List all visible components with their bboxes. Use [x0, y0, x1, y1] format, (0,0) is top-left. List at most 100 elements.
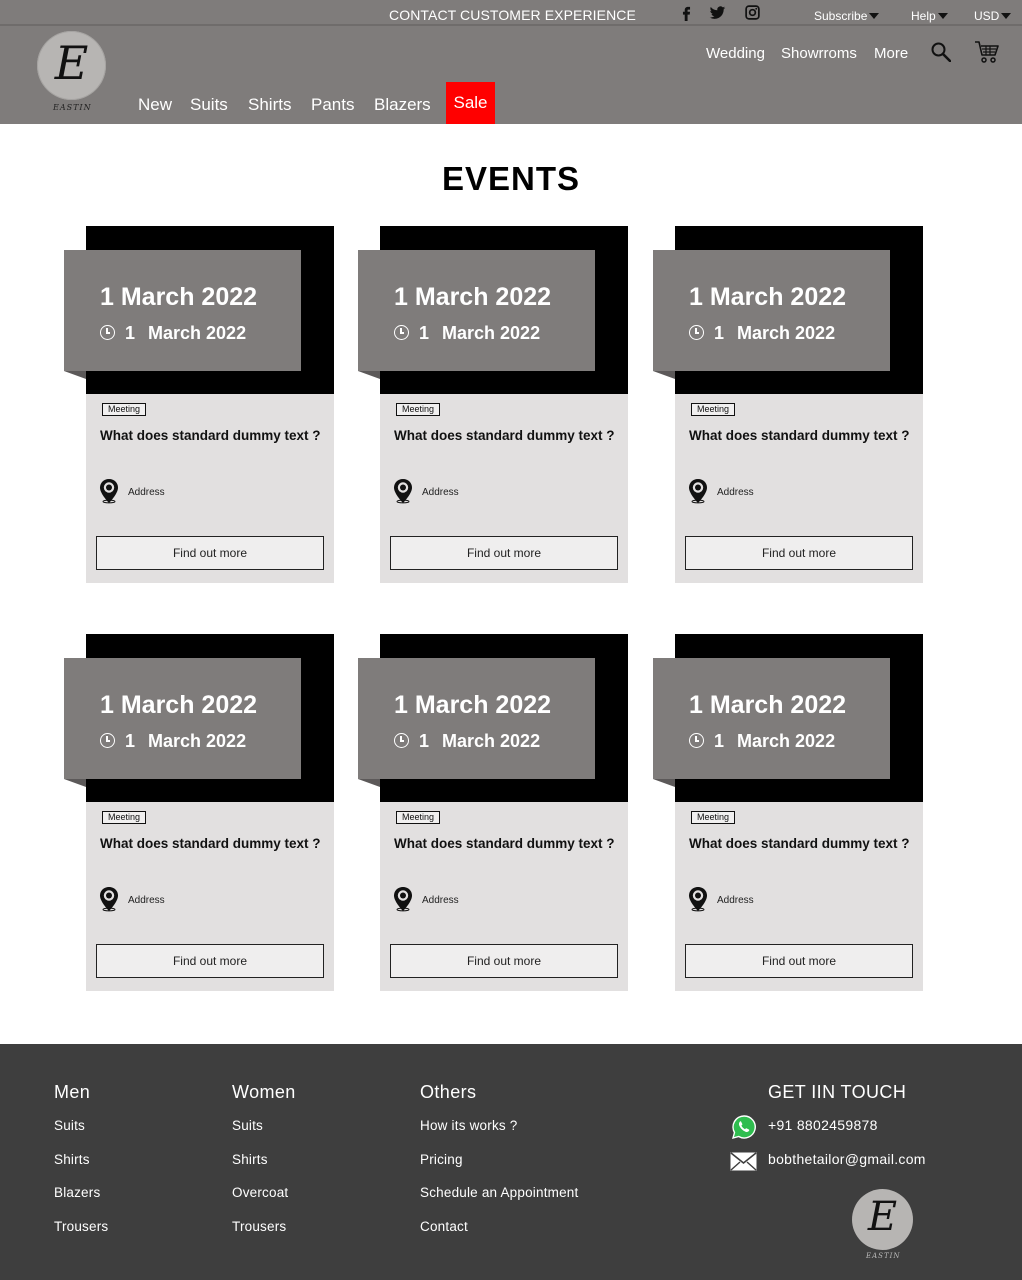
date-box: 1 March 2022 1 March 2022 [64, 658, 301, 779]
currency-dropdown[interactable]: USD [974, 9, 1012, 23]
nav-showrooms[interactable]: Showrroms [781, 45, 857, 62]
footer-heading-women: Women [232, 1082, 296, 1102]
date-box: 1 March 2022 1 March 2022 [358, 658, 595, 779]
date-box-fold [653, 371, 675, 379]
date-box: 1 March 2022 1 March 2022 [653, 250, 890, 371]
date-box-fold [358, 371, 380, 379]
clock-icon [394, 325, 409, 340]
event-card-6: 1 March 2022 1 March 2022 Meeting What do… [653, 634, 923, 991]
nav-blazers[interactable]: Blazers [374, 95, 431, 115]
find-out-more-button[interactable]: Find out more [390, 536, 618, 570]
footer-men-suits[interactable]: Suits [54, 1118, 85, 1133]
footer-phone[interactable]: +91 8802459878 [768, 1117, 878, 1133]
date-box-fold [358, 779, 380, 787]
twitter-icon[interactable] [709, 4, 727, 22]
help-label: Help [911, 9, 936, 23]
caret-down-icon [1001, 13, 1012, 19]
nav-new[interactable]: New [138, 95, 172, 115]
event-type-badge: Meeting [102, 403, 147, 416]
event-month-year: March 2022 [442, 731, 541, 751]
event-type-badge: Meeting [396, 811, 441, 824]
nav-more[interactable]: More [874, 45, 908, 62]
whatsapp-icon[interactable] [731, 1114, 757, 1140]
main-navbar: E EASTIN New Suits Shirts Pants Blazers … [0, 26, 1022, 124]
footer-men-trousers[interactable]: Trousers [54, 1219, 108, 1234]
clock-icon [689, 733, 704, 748]
footer-women-suits[interactable]: Suits [232, 1118, 263, 1133]
event-address: Address [717, 895, 754, 906]
nav-wedding[interactable]: Wedding [706, 45, 765, 62]
footer-men-shirts[interactable]: Shirts [54, 1152, 90, 1167]
footer-contact[interactable]: Contact [420, 1219, 468, 1234]
search-icon[interactable] [931, 42, 952, 63]
logo-wordmark: EASTIN [53, 103, 92, 112]
footer-heading-men: Men [54, 1082, 91, 1102]
event-time: 1 March 2022 [394, 323, 540, 344]
find-out-more-button[interactable]: Find out more [96, 536, 324, 570]
cart-icon[interactable] [974, 40, 999, 64]
find-out-more-button[interactable]: Find out more [390, 944, 618, 978]
event-date: 1 March 2022 [689, 283, 847, 311]
event-date: 1 March 2022 [689, 691, 847, 719]
location-pin-icon [392, 886, 414, 912]
site-footer: Men Suits Shirts Blazers Trousers Women … [0, 1044, 1022, 1280]
nav-sale[interactable]: Sale [446, 82, 495, 124]
caret-down-icon [869, 13, 880, 19]
event-time: 1 March 2022 [100, 323, 246, 344]
event-address: Address [128, 487, 165, 498]
find-out-more-button[interactable]: Find out more [96, 944, 324, 978]
footer-women-overcoat[interactable]: Overcoat [232, 1185, 288, 1200]
footer-logo[interactable]: E [852, 1189, 913, 1250]
subscribe-dropdown[interactable]: Subscribe [814, 9, 880, 23]
footer-men-blazers[interactable]: Blazers [54, 1185, 100, 1200]
instagram-icon[interactable] [744, 4, 762, 22]
date-box: 1 March 2022 1 March 2022 [358, 250, 595, 371]
help-dropdown[interactable]: Help [911, 9, 948, 23]
event-month-year: March 2022 [737, 731, 836, 751]
facebook-icon[interactable] [678, 4, 696, 22]
location-pin-icon [98, 478, 120, 504]
footer-how-it-works[interactable]: How its works ? [420, 1118, 518, 1133]
nav-pants[interactable]: Pants [311, 95, 354, 115]
event-title: What does standard dummy text ? [394, 428, 615, 443]
clock-icon [100, 733, 115, 748]
event-title: What does standard dummy text ? [689, 428, 910, 443]
date-box-fold [64, 371, 86, 379]
currency-label: USD [974, 9, 1000, 23]
footer-women-shirts[interactable]: Shirts [232, 1152, 268, 1167]
event-card-1: 1 March 2022 1 March 2022 Meeting What do… [64, 226, 334, 583]
find-out-more-button[interactable]: Find out more [685, 536, 913, 570]
footer-heading-others: Others [420, 1082, 477, 1102]
event-title: What does standard dummy text ? [394, 836, 615, 851]
location-pin-icon [687, 886, 709, 912]
footer-logo-glyph: E [867, 1194, 898, 1240]
footer-pricing[interactable]: Pricing [420, 1152, 463, 1167]
nav-suits[interactable]: Suits [190, 95, 228, 115]
find-out-more-button[interactable]: Find out more [685, 944, 913, 978]
event-title: What does standard dummy text ? [100, 428, 321, 443]
event-address: Address [422, 895, 459, 906]
clock-icon [394, 733, 409, 748]
date-box: 1 March 2022 1 March 2022 [653, 658, 890, 779]
footer-logo-wordmark: EASTIN [866, 1252, 901, 1260]
clock-icon [689, 325, 704, 340]
event-date: 1 March 2022 [394, 283, 552, 311]
event-card-4: 1 March 2022 1 March 2022 Meeting What do… [64, 634, 334, 991]
brand-logo[interactable]: E [37, 31, 106, 100]
event-day: 1 [419, 731, 430, 751]
nav-shirts[interactable]: Shirts [248, 95, 291, 115]
event-day: 1 [419, 323, 430, 343]
contact-customer-experience-link[interactable]: CONTACT CUSTOMER EXPERIENCE [389, 7, 636, 23]
top-bar: CONTACT CUSTOMER EXPERIENCE Subscribe He… [0, 0, 1022, 26]
footer-email[interactable]: bobthetailor@gmail.com [768, 1151, 926, 1167]
event-title: What does standard dummy text ? [100, 836, 321, 851]
mail-icon[interactable] [730, 1152, 757, 1171]
event-type-badge: Meeting [396, 403, 441, 416]
event-address: Address [717, 487, 754, 498]
page-title: EVENTS [441, 160, 581, 197]
event-day: 1 [125, 731, 136, 751]
footer-women-trousers[interactable]: Trousers [232, 1219, 286, 1234]
footer-heading-contact: GET IIN TOUCH [768, 1082, 907, 1102]
footer-schedule-appointment[interactable]: Schedule an Appointment [420, 1185, 578, 1200]
event-type-badge: Meeting [102, 811, 147, 824]
